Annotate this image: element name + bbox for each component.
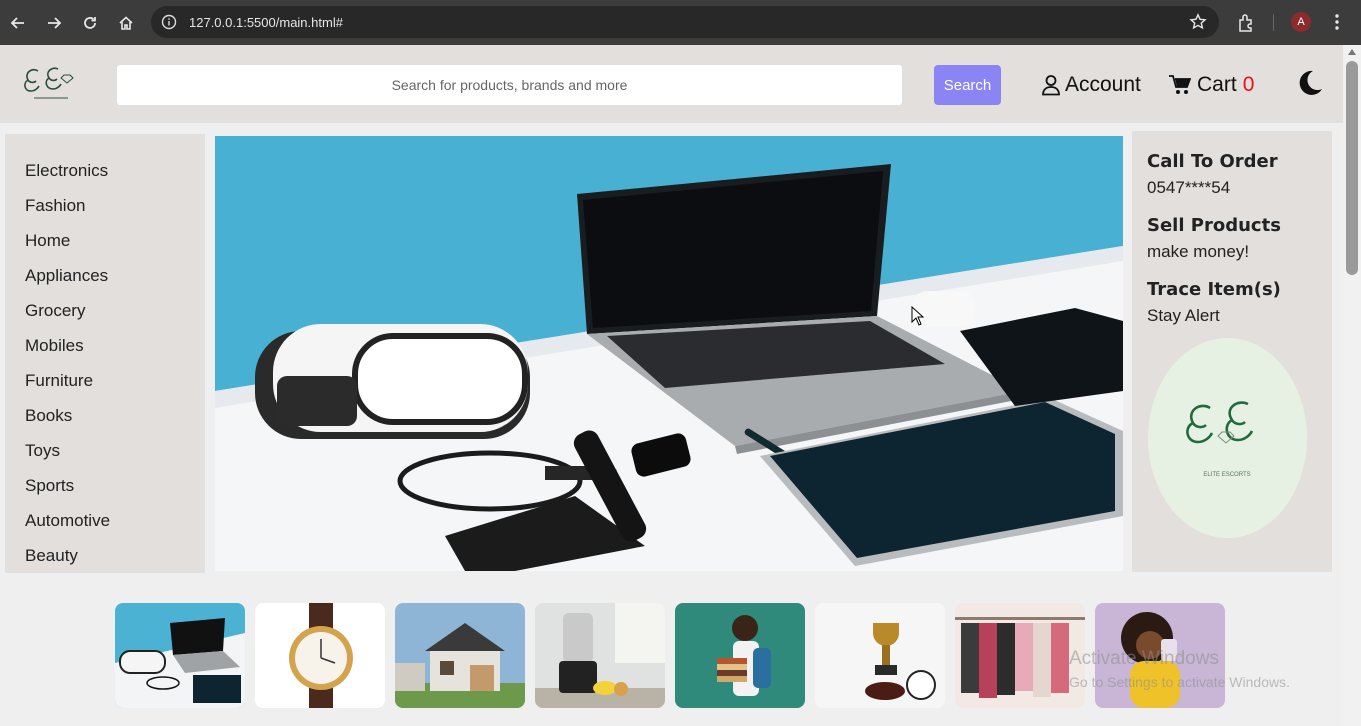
scrollbar-thumb[interactable] [1346,61,1358,275]
page-scrollbar[interactable] [1343,45,1361,726]
cart-count-badge: 0 [1242,73,1255,96]
category-toys[interactable]: Toys [5,433,205,468]
back-arrow-icon [10,16,24,29]
category-appliances[interactable]: Appliances [5,258,205,293]
thumbnail-watch[interactable] [255,603,385,708]
toolbar-divider [1273,14,1274,31]
extensions-icon[interactable] [1236,12,1258,34]
site-header: Search Account Cart 0 [0,45,1343,123]
forward-arrow-icon [48,16,62,29]
home-button[interactable] [108,0,144,45]
call-number: 0547****54 [1147,178,1231,197]
account-label: Account [1065,73,1141,96]
home-icon [119,15,133,30]
url-text: 127.0.0.1:5500/main.html# [189,14,343,30]
category-sports[interactable]: Sports [5,468,205,503]
bookmark-star-icon[interactable] [1189,13,1207,31]
thumbnail-sports[interactable] [815,603,945,708]
activate-windows-watermark: Activate Windows Go to Settings to activ… [1069,648,1290,690]
category-books[interactable]: Books [5,398,205,433]
profile-avatar[interactable]: A [1291,12,1311,32]
trace-items-title[interactable]: Trace Item(s) [1147,277,1332,303]
reload-button[interactable] [72,0,108,45]
thumbnail-books[interactable] [675,603,805,708]
account-link[interactable]: Account [1041,72,1141,98]
category-home[interactable]: Home [5,223,205,258]
thumbnail-blender[interactable] [535,603,665,708]
sell-products-title[interactable]: Sell Products [1147,213,1332,239]
back-button[interactable] [0,0,36,45]
thumbnail-clothes[interactable] [955,603,1085,708]
watermark-subtitle: Go to Settings to activate Windows. [1069,674,1290,690]
thumbnail-house[interactable] [395,603,525,708]
dark-mode-moon-icon[interactable] [1296,69,1324,97]
category-fashion[interactable]: Fashion [5,188,205,223]
call-to-order-title[interactable]: Call To Order [1147,149,1332,175]
site-info-icon[interactable] [161,14,177,30]
mouse-cursor-icon [911,306,925,326]
user-icon [1042,75,1060,96]
trace-items-text: Stay Alert [1147,306,1220,325]
brand-logo[interactable] [18,61,82,105]
reload-icon [84,16,96,29]
sell-products-text: make money! [1147,242,1250,261]
scroll-up-arrow-icon[interactable] [1348,49,1356,55]
category-sidebar: Electronics Fashion Home Appliances Groc… [5,134,205,573]
category-automotive[interactable]: Automotive [5,503,205,538]
hero-banner-image [215,136,1123,571]
address-bar[interactable]: 127.0.0.1:5500/main.html# [151,6,1219,38]
badge-brand-text: ELITE ESCORTS [1203,472,1250,478]
cart-link[interactable]: Cart 0 [1169,72,1254,98]
browser-toolbar: 127.0.0.1:5500/main.html# A [0,0,1361,45]
search-button[interactable]: Search [934,65,1001,105]
search-input[interactable] [117,65,902,105]
category-furniture[interactable]: Furniture [5,363,205,398]
kebab-menu-icon[interactable] [1330,12,1344,32]
thumbnail-electronics[interactable] [115,603,245,708]
cart-icon [1169,75,1191,94]
category-beauty[interactable]: Beauty [5,538,205,573]
category-electronics[interactable]: Electronics [5,153,205,188]
cart-label: Cart [1197,73,1237,96]
info-panel: Call To Order 0547****54 Sell Products m… [1132,131,1332,572]
category-grocery[interactable]: Grocery [5,293,205,328]
brand-badge-logo: ELITE ESCORTS [1148,338,1307,538]
watermark-title: Activate Windows [1069,648,1219,669]
forward-button[interactable] [36,0,72,45]
category-mobiles[interactable]: Mobiles [5,328,205,363]
